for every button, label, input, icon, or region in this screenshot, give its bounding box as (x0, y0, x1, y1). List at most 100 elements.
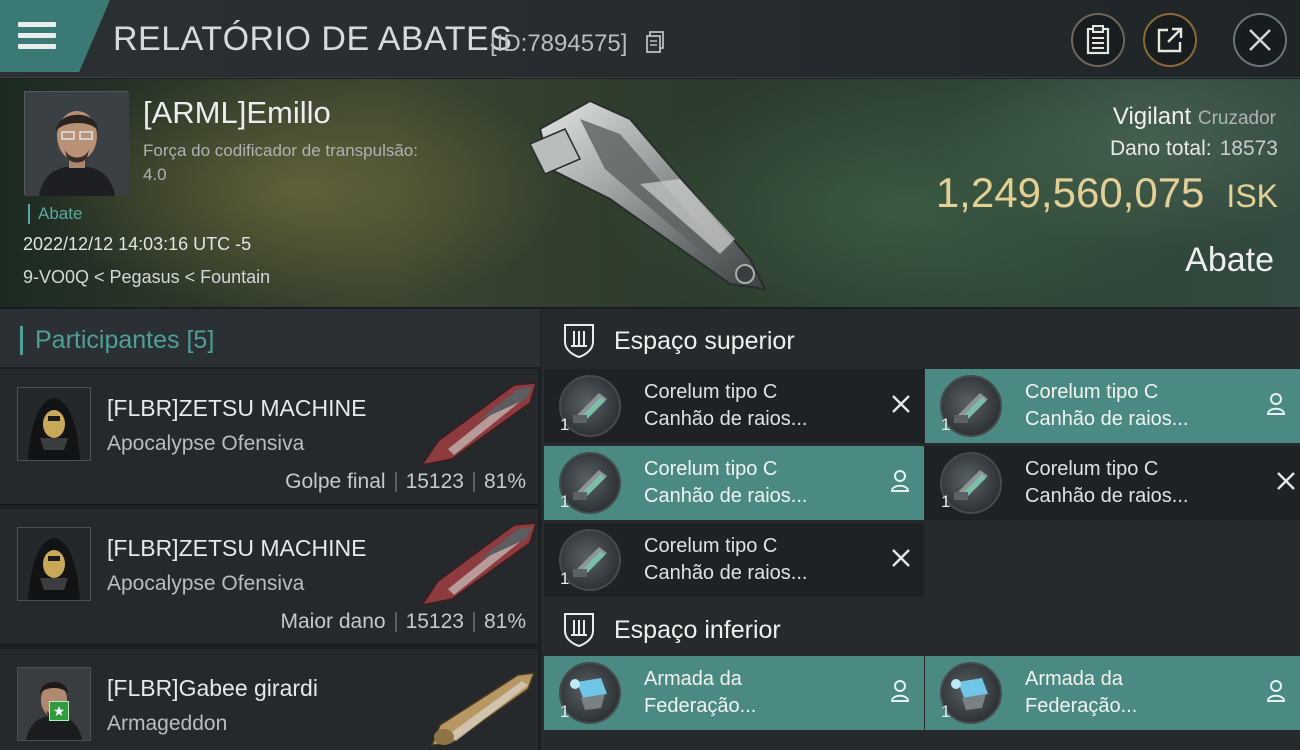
pilot-avatar-icon (25, 92, 129, 196)
attacker-card[interactable]: [FLBR]ZETSU MACHINE Apocalypse Ofensiva … (0, 509, 538, 645)
hooded-pilot-icon (18, 528, 90, 600)
share-icon (1157, 27, 1183, 53)
module-slot[interactable]: 1 Corelum tipo C Canhão de raios... (544, 523, 924, 597)
module-name-line1: Armada da (644, 668, 742, 690)
attacker-damage: 15123 (405, 610, 464, 633)
hooded-pilot-icon (18, 388, 90, 460)
module-slot[interactable]: 1 Armada da Federação... (925, 656, 1300, 730)
attacker-ship: Apocalypse Ofensiva (107, 432, 305, 455)
kill-type: Abate (1185, 241, 1274, 279)
page-title: RELATÓRIO DE ABATES (113, 20, 513, 58)
attacker-name[interactable]: [FLBR]ZETSU MACHINE (107, 395, 366, 422)
module-slot[interactable]: 1 Corelum tipo C Canhão de raios... (925, 446, 1300, 520)
close-button[interactable] (1233, 13, 1287, 67)
dropped-person-icon (1266, 393, 1286, 415)
star-badge-icon: ★ (49, 701, 69, 721)
victim-pilot-name[interactable]: [ARML]Emillo (143, 95, 331, 131)
kill-tag: Abate (28, 204, 82, 224)
total-damage-value: 18573 (1219, 137, 1278, 160)
stat-divider (394, 472, 397, 492)
high-slot-header: Espaço superior (541, 309, 1300, 369)
module-name-line1: Corelum tipo C (644, 535, 778, 557)
module-name-line1: Corelum tipo C (644, 381, 778, 403)
module-name-line2: Federação... (1025, 695, 1138, 717)
victim-ship-image[interactable] (520, 89, 780, 299)
clipboard-button[interactable] (1071, 13, 1125, 67)
kill-datetime: 2022/12/12 14:03:16 UTC -5 (23, 234, 252, 254)
top-bar: RELATÓRIO DE ABATES [ID:7894575] (0, 0, 1300, 78)
stat-divider (472, 612, 475, 632)
high-slot-shield-icon (564, 324, 594, 358)
module-slot[interactable]: 1 Corelum tipo C Canhão de raios... (544, 446, 924, 520)
module-name-line2: Federação... (644, 695, 757, 717)
attacker-ship: Apocalypse Ofensiva (107, 572, 305, 595)
share-button[interactable] (1143, 13, 1197, 67)
module-name-line1: Corelum tipo C (1025, 458, 1159, 480)
attacker-card[interactable]: ★ [FLBR]Gabee girardi Armageddon (0, 649, 538, 750)
module-name-line2: Canhão de raios... (644, 562, 808, 584)
hamburger-menu-icon[interactable] (18, 22, 56, 50)
kill-location[interactable]: 9-VO0Q < Pegasus < Fountain (23, 267, 270, 288)
attacker-portrait[interactable] (17, 387, 91, 461)
victim-portrait[interactable] (24, 91, 129, 196)
total-damage: Dano total: 18573 (1110, 137, 1278, 161)
low-slot-label: Espaço inferior (614, 616, 781, 644)
victim-ship-name: Vigilant (1112, 103, 1192, 130)
victim-ship[interactable]: Vigilant Cruzador (1113, 103, 1276, 131)
module-name-line2: Canhão de raios... (1025, 408, 1189, 430)
destroyed-icon (1277, 472, 1295, 490)
stat-divider (394, 612, 397, 632)
victim-ship-class: Cruzador (1197, 108, 1276, 129)
attacker-card[interactable]: [FLBR]ZETSU MACHINE Apocalypse Ofensiva … (0, 369, 538, 505)
isk-unit: ISK (1226, 178, 1278, 214)
attacker-damage: 15123 (405, 470, 464, 493)
victim-banner: [ARML]Emillo Força do codificador de tra… (0, 79, 1300, 307)
attacker-percent: 81% (483, 610, 526, 633)
dropped-person-icon (1266, 680, 1286, 702)
dropped-person-icon (890, 470, 910, 492)
low-slot-shield-icon (564, 613, 594, 647)
attacker-stats: Maior dano 15123 81% (281, 610, 527, 634)
isk-amount: 1,249,560,075 (935, 169, 1205, 216)
module-qty: 1 (941, 702, 951, 721)
high-slot-label: Espaço superior (614, 327, 795, 355)
attacker-ship-image[interactable] (418, 379, 538, 469)
warp-strength-label: Força do codificador de transpulsão: (143, 141, 418, 160)
module-name-line1: Armada da (1025, 668, 1123, 690)
module-slot[interactable]: 1 Corelum tipo C Canhão de raios... (544, 369, 924, 443)
attacker-portrait[interactable] (17, 527, 91, 601)
attacker-stats: Golpe final 15123 81% (285, 470, 526, 494)
module-qty: 1 (560, 569, 570, 588)
attacker-name[interactable]: [FLBR]Gabee girardi (107, 675, 318, 702)
participants-title: Participantes [5] (20, 326, 214, 355)
module-name-line2: Canhão de raios... (1025, 485, 1189, 507)
module-qty: 1 (560, 415, 570, 434)
module-slot[interactable]: 1 Armada da Federação... (544, 656, 924, 730)
report-id: [ID:7894575] (490, 30, 628, 57)
low-slot-header: Espaço inferior (541, 598, 1300, 658)
attacker-percent: 81% (483, 470, 526, 493)
clipboard-icon (1086, 25, 1110, 55)
copy-icon[interactable] (646, 31, 664, 53)
fitting-panel: Espaço superior 1 Corelum tipo C Canhão … (541, 309, 1300, 750)
total-damage-label: Dano total: (1110, 137, 1212, 160)
module-qty: 1 (941, 415, 951, 434)
module-qty: 1 (560, 702, 570, 721)
attacker-name[interactable]: [FLBR]ZETSU MACHINE (107, 535, 366, 562)
module-name-line2: Canhão de raios... (644, 485, 808, 507)
module-name-line1: Corelum tipo C (644, 458, 778, 480)
module-slot[interactable]: 1 Corelum tipo C Canhão de raios... (925, 369, 1300, 443)
close-icon (1249, 29, 1271, 51)
dropped-person-icon (890, 680, 910, 702)
participants-header: Participantes [5] (0, 309, 540, 367)
attacker-ship-image[interactable] (418, 659, 538, 749)
attacker-role: Maior dano (280, 610, 386, 633)
destroyed-icon (892, 395, 910, 413)
attacker-ship-image[interactable] (418, 519, 538, 609)
stat-divider (472, 472, 475, 492)
module-name-line2: Canhão de raios... (644, 408, 808, 430)
isk-value: 1,249,560,075 ISK (936, 169, 1278, 217)
warp-strength-value: 4.0 (143, 165, 167, 184)
module-name-line1: Corelum tipo C (1025, 381, 1159, 403)
attacker-role: Golpe final (285, 470, 386, 493)
